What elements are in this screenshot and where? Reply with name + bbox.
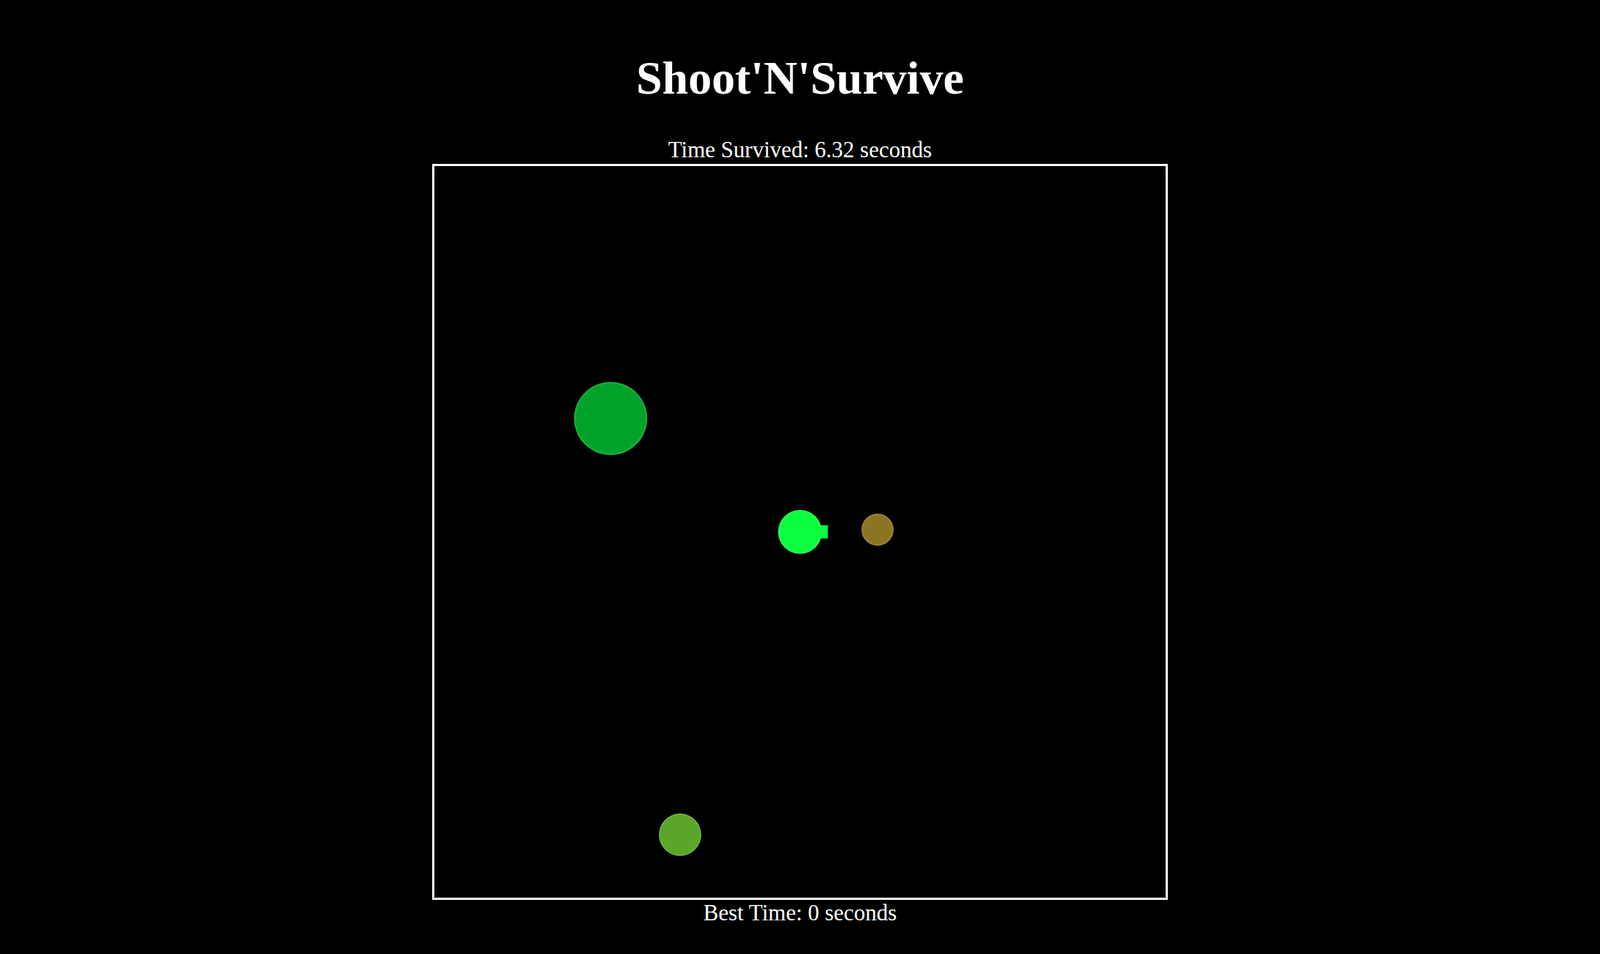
game-title: Shoot'N'Survive <box>636 51 964 106</box>
best-time: Best Time: 0 seconds <box>703 899 897 926</box>
game-page: Shoot'N'Survive Time Survived: 6.32 secon… <box>0 0 1600 926</box>
player <box>778 509 822 554</box>
enemy <box>861 513 894 546</box>
player-barrel <box>817 525 828 539</box>
enemy <box>658 813 702 856</box>
time-survived: Time Survived: 6.32 seconds <box>668 136 933 164</box>
game-canvas[interactable] <box>432 163 1168 900</box>
enemy <box>574 381 648 455</box>
